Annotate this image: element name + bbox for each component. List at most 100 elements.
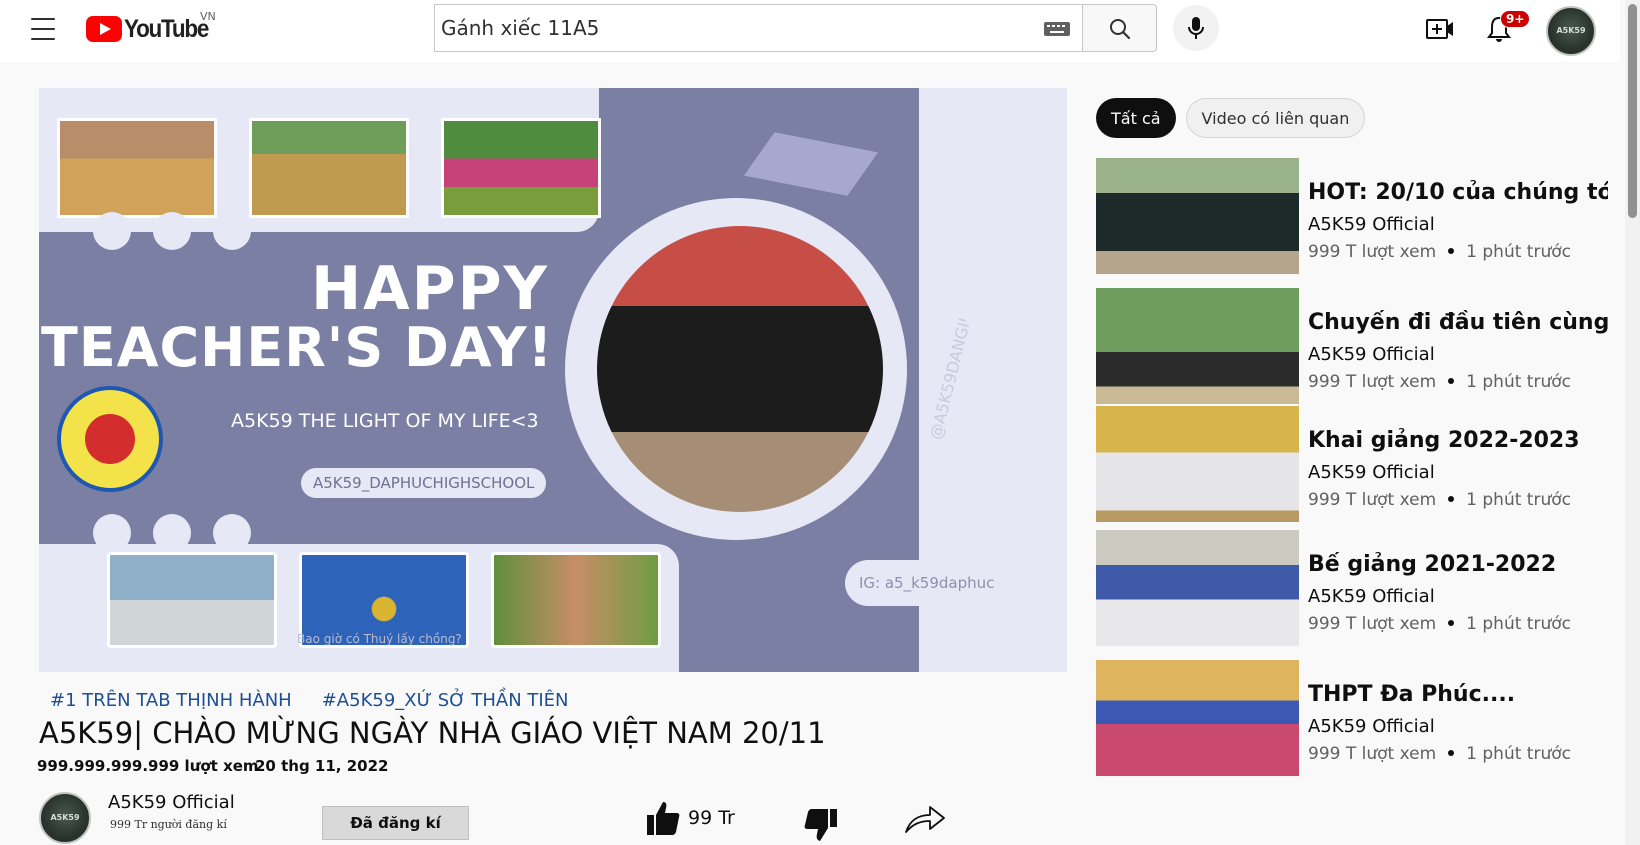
bullet-separator — [1448, 620, 1455, 626]
video-title: A5K59| CHÀO MỪNG NGÀY NHÀ GIÁO VIỆT NAM … — [39, 716, 826, 750]
rec-views: 999 T lượt xem — [1308, 372, 1437, 392]
rec-channel-name: A5K59 Official — [1308, 214, 1435, 235]
page-scrollbar[interactable] — [1625, 0, 1640, 845]
keyboard-icon[interactable] — [1044, 22, 1070, 36]
video-player[interactable]: HAPPY TEACHER'S DAY! A5K59 THE LIGHT OF … — [39, 88, 1067, 672]
recommended-video[interactable]: HOT: 20/10 của chúng tớ... A5K59 Officia… — [1096, 158, 1616, 274]
thumbnail-headline-1: HAPPY — [310, 254, 549, 324]
dislike-button[interactable] — [804, 808, 838, 845]
subscriber-count: 999 Tr người đăng kí — [110, 818, 227, 831]
graduation-cap-icon — [743, 132, 879, 196]
decor-dot — [213, 514, 251, 552]
thumbs-down-icon — [804, 809, 837, 841]
scrollbar-thumb[interactable] — [1628, 4, 1637, 218]
filter-chips: Tất cả Video có liên quan — [1096, 98, 1366, 138]
rec-video-title: Chuyến đi đầu tiên cùng nhau — [1308, 310, 1608, 335]
thumbnail-photo — [441, 118, 601, 218]
thumbnail-watermark: Bao giờ có Thuý lấy chồng? — [297, 632, 462, 646]
rec-time: 1 phút trước — [1466, 242, 1571, 262]
rec-channel-name: A5K59 Official — [1308, 462, 1435, 483]
rec-video-title: THPT Đa Phúc.... — [1308, 682, 1516, 707]
decor-dot — [153, 212, 191, 250]
ruler-icon — [957, 464, 1025, 532]
rec-stats: 999 T lượt xem 1 phút trước — [1308, 614, 1571, 634]
hashtag-row: #1 TRÊN TAB THỊNH HÀNH #A5K59_XỨ SỞ THẦN… — [50, 690, 569, 711]
bullet-separator — [1448, 378, 1455, 384]
rec-video-title: Bế giảng 2021-2022 — [1308, 552, 1557, 577]
create-video-icon[interactable] — [1426, 16, 1454, 42]
hamburger-menu-icon[interactable] — [28, 16, 58, 42]
chip-all[interactable]: Tất cả — [1096, 98, 1176, 138]
youtube-logo[interactable]: YouTube — [86, 14, 217, 44]
decor-dot — [153, 514, 191, 552]
instagram-pill: IG: a5_k59daphuc — [845, 560, 1009, 606]
thumbs-up-icon — [647, 802, 680, 835]
bullet-separator — [1448, 750, 1455, 756]
like-button[interactable]: 99 Tr — [646, 800, 735, 836]
rec-views: 999 T lượt xem — [1308, 744, 1437, 764]
rec-video-title: Khai giảng 2022-2023 — [1308, 428, 1580, 453]
hashtag-trending[interactable]: #1 TRÊN TAB THỊNH HÀNH — [50, 690, 292, 711]
video-thumbnail[interactable] — [1096, 288, 1299, 404]
rec-channel-name: A5K59 Official — [1308, 716, 1435, 737]
region-code: VN — [200, 10, 216, 23]
thumbnail-photo — [491, 552, 661, 648]
upload-date: 20 thg 11, 2022 — [255, 757, 389, 775]
rec-views: 999 T lượt xem — [1308, 242, 1437, 262]
recommended-video[interactable]: Bế giảng 2021-2022 A5K59 Official 999 T … — [1096, 530, 1616, 646]
thumbnail-headline-2: TEACHER'S DAY! — [41, 316, 554, 379]
rec-time: 1 phút trước — [1466, 372, 1571, 392]
top-header: YouTube VN 9+ A5K59 — [0, 0, 1620, 62]
subscribed-button[interactable]: Đã đăng kí — [322, 806, 469, 840]
recommended-video[interactable]: Khai giảng 2022-2023 A5K59 Official 999 … — [1096, 406, 1616, 522]
recommended-video[interactable]: THPT Đa Phúc.... A5K59 Official 999 T lư… — [1096, 660, 1616, 776]
hashtag-channel[interactable]: #A5K59_XỨ SỞ THẦN TIÊN — [322, 690, 569, 711]
school-pill: A5K59_DAPHUCHIGHSCHOOL — [301, 468, 547, 498]
rec-stats: 999 T lượt xem 1 phút trước — [1308, 744, 1571, 764]
decor-dot — [93, 212, 131, 250]
class-group-photo — [597, 226, 883, 512]
rec-stats: 999 T lượt xem 1 phút trước — [1308, 242, 1571, 262]
avatar-text: A5K59 — [50, 813, 80, 823]
video-thumbnail[interactable] — [1096, 158, 1299, 274]
avatar-text: A5K59 — [1556, 26, 1586, 36]
channel-name[interactable]: A5K59 Official — [108, 792, 235, 813]
rec-time: 1 phút trước — [1466, 490, 1571, 510]
school-logo-icon — [57, 386, 163, 492]
notification-badge: 9+ — [1500, 10, 1531, 28]
bullet-separator — [1448, 496, 1455, 502]
account-avatar[interactable]: A5K59 — [1546, 6, 1596, 56]
share-arrow-icon — [905, 806, 945, 833]
video-thumbnail[interactable] — [1096, 406, 1299, 522]
search-input[interactable] — [441, 8, 1011, 48]
rec-channel-name: A5K59 Official — [1308, 344, 1435, 365]
recommended-video[interactable]: Chuyến đi đầu tiên cùng nhau A5K59 Offic… — [1096, 288, 1616, 404]
notebook-icon — [957, 364, 1025, 432]
logo-text: YouTube — [124, 14, 209, 43]
rec-stats: 999 T lượt xem 1 phút trước — [1308, 372, 1571, 392]
thumbnail-photo — [249, 118, 409, 218]
share-button[interactable] — [904, 804, 946, 838]
decor-dot — [213, 212, 251, 250]
thumbnail-photo — [57, 118, 217, 218]
microphone-icon — [1188, 17, 1204, 39]
youtube-play-icon — [86, 16, 122, 42]
bullet-separator — [1448, 248, 1455, 254]
papers-icon — [957, 264, 1025, 332]
search-icon — [1110, 19, 1131, 40]
voice-search-button[interactable] — [1173, 5, 1219, 51]
channel-avatar[interactable]: A5K59 — [39, 792, 91, 844]
video-thumbnail[interactable] — [1096, 530, 1299, 646]
video-thumbnail[interactable] — [1096, 660, 1299, 776]
rec-video-title: HOT: 20/10 của chúng tớ... — [1308, 180, 1608, 205]
rec-time: 1 phút trước — [1466, 614, 1571, 634]
decor-dot — [93, 514, 131, 552]
rec-views: 999 T lượt xem — [1308, 490, 1437, 510]
rec-time: 1 phút trước — [1466, 744, 1571, 764]
thumbnail-photo — [107, 552, 277, 648]
rec-channel-name: A5K59 Official — [1308, 586, 1435, 607]
rec-views: 999 T lượt xem — [1308, 614, 1437, 634]
chip-related[interactable]: Video có liên quan — [1185, 98, 1366, 138]
view-count: 999.999.999.999 lượt xem — [37, 757, 259, 775]
search-button[interactable] — [1082, 4, 1157, 52]
